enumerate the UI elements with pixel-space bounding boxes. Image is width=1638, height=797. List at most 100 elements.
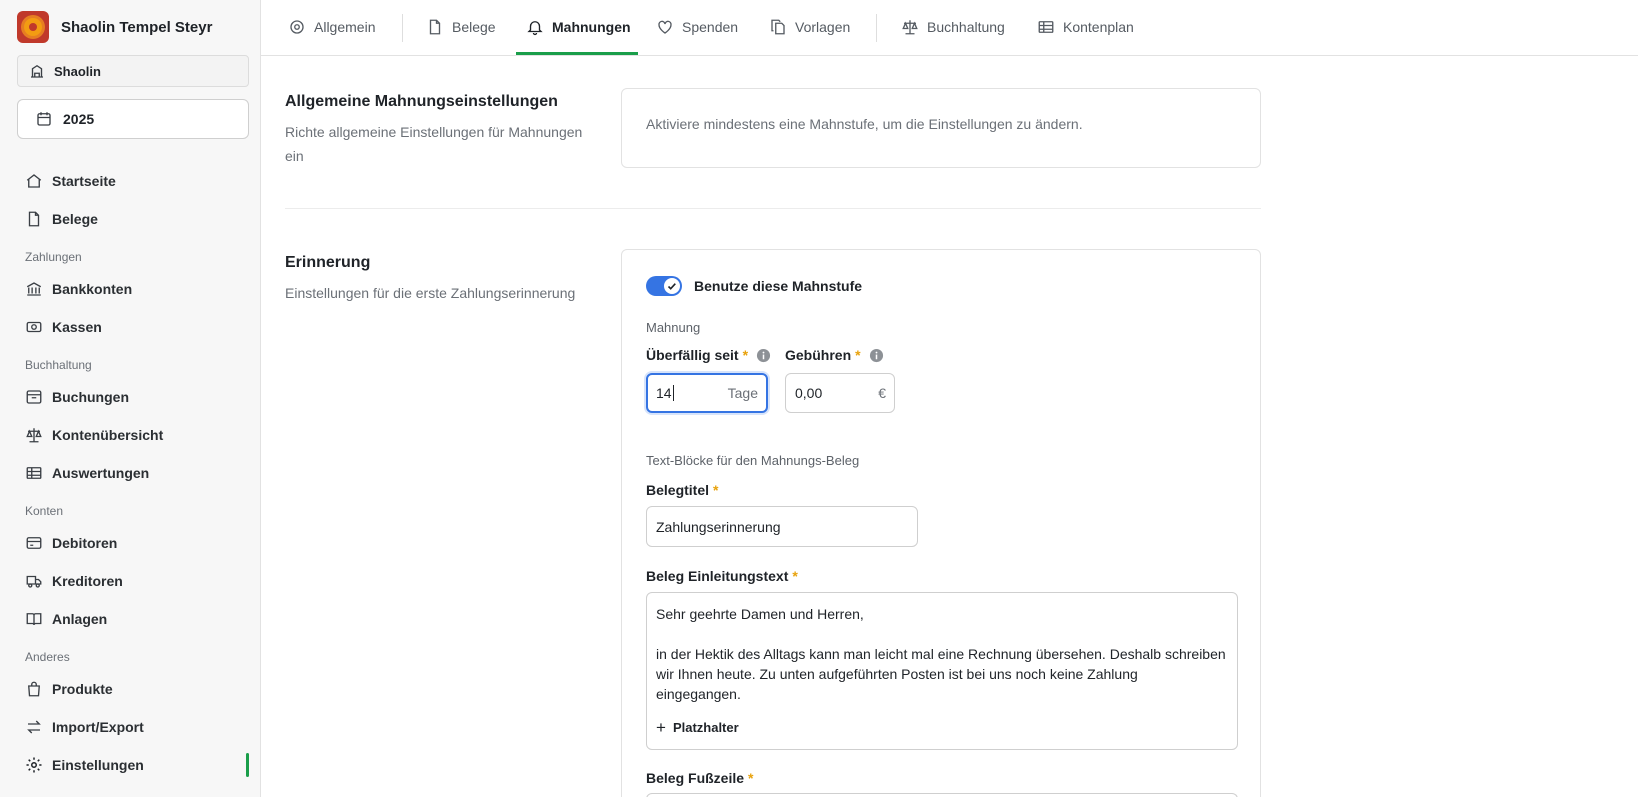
shopping-bag-icon <box>25 680 43 698</box>
sidebar-item-buchungen[interactable]: Buchungen <box>25 383 249 411</box>
overdue-days-input[interactable]: 14 Tage <box>646 373 768 413</box>
sidebar-item-label: Bankkonten <box>52 281 133 297</box>
tab-spenden[interactable]: Spenden <box>656 0 738 54</box>
tab-label: Spenden <box>682 19 739 35</box>
fees-label-text: Gebühren <box>785 347 852 363</box>
tab-label: Allgemein <box>314 19 376 35</box>
overdue-days-value: 14 <box>656 385 672 401</box>
sidebar-item-import-export[interactable]: Import/Export <box>25 713 249 741</box>
footer-label-text: Beleg Fußzeile <box>646 770 745 786</box>
sidebar-item-label: Auswertungen <box>52 465 150 481</box>
footer-editor[interactable] <box>646 793 1238 797</box>
tab-vorlagen[interactable]: Vorlagen <box>769 0 850 54</box>
sidebar-item-kontenuebersicht[interactable]: Kontenübersicht <box>25 421 249 449</box>
sidebar-item-belege[interactable]: Belege <box>25 205 249 233</box>
arrows-exchange-icon <box>25 718 43 736</box>
fiscal-year-label: 2025 <box>63 111 95 127</box>
sidebar-item-startseite[interactable]: Startseite <box>25 167 249 195</box>
overdue-days-unit: Tage <box>727 385 758 401</box>
use-level-label: Benutze diese Mahnstufe <box>694 278 863 294</box>
workspace-label: Shaolin <box>54 63 101 79</box>
required-mark: * <box>742 347 749 363</box>
intro-text-editor[interactable]: Sehr geehrte Damen und Herren, in der He… <box>646 592 1238 750</box>
tab-belege[interactable]: Belege <box>426 0 496 54</box>
required-mark: * <box>713 482 719 498</box>
archive-icon <box>25 388 43 406</box>
reminder-title: Erinnerung <box>285 254 371 271</box>
table-icon <box>25 464 43 482</box>
general-settings-card: Aktiviere mindestens eine Mahnstufe, um … <box>621 88 1261 168</box>
sidebar-item-anlagen[interactable]: Anlagen <box>25 605 249 633</box>
required-mark: * <box>855 347 861 363</box>
sidebar-item-label: Kreditoren <box>52 573 123 589</box>
text-caret <box>672 385 674 401</box>
doc-title-label: Belegtitel * <box>646 482 718 498</box>
sidebar-group-konten: Konten <box>25 504 64 518</box>
settings-tabbar: Allgemein Belege Mahnungen Spenden Vorla… <box>261 0 1638 56</box>
scale-icon <box>25 426 43 444</box>
intro-text-label-text: Beleg Einleitungstext <box>646 568 789 584</box>
bell-icon <box>526 18 544 36</box>
organization-logo <box>17 11 49 43</box>
sidebar-item-label: Buchungen <box>52 389 129 405</box>
check-icon <box>667 283 676 290</box>
doc-title-input[interactable]: Zahlungserinnerung <box>646 506 918 547</box>
sidebar-item-label: Belege <box>52 211 98 227</box>
active-nav-indicator <box>246 753 249 777</box>
textblocks-heading: Text-Blöcke für den Mahnungs-Beleg <box>646 453 860 468</box>
sidebar-item-label: Kassen <box>52 319 102 335</box>
organization-name: Shaolin Tempel Steyr <box>61 18 213 36</box>
sidebar-item-kassen[interactable]: Kassen <box>25 313 249 341</box>
info-icon[interactable] <box>756 348 771 363</box>
sidebar-item-kreditoren[interactable]: Kreditoren <box>25 567 249 595</box>
sidebar-item-label: Debitoren <box>52 535 118 551</box>
sidebar-group-buchhaltung: Buchhaltung <box>25 358 92 372</box>
fees-input[interactable]: 0,00 € <box>785 373 895 413</box>
insert-placeholder-label: Platzhalter <box>672 720 739 735</box>
tab-kontenplan[interactable]: Kontenplan <box>1037 0 1134 54</box>
tab-label: Buchhaltung <box>927 19 1005 35</box>
intro-text-content: Sehr geehrte Damen und Herren, in der He… <box>656 604 1226 704</box>
sidebar-item-auswertungen[interactable]: Auswertungen <box>25 459 249 487</box>
workspace-selector[interactable]: Shaolin <box>17 55 249 87</box>
sidebar-item-bankkonten[interactable]: Bankkonten <box>25 275 249 303</box>
tab-label: Kontenplan <box>1063 19 1134 35</box>
sidebar-item-debitoren[interactable]: Debitoren <box>25 529 249 557</box>
sidebar-item-einstellungen[interactable]: Einstellungen <box>25 751 249 779</box>
gear-icon <box>25 756 43 774</box>
required-mark: * <box>792 568 798 584</box>
insert-placeholder-button[interactable]: + Platzhalter <box>656 717 739 737</box>
info-icon[interactable] <box>869 348 884 363</box>
intro-text-label: Beleg Einleitungstext * <box>646 568 798 584</box>
footer-label: Beleg Fußzeile * <box>646 770 753 786</box>
cash-register-icon <box>25 318 43 336</box>
doc-title-label-text: Belegtitel <box>646 482 710 498</box>
fiscal-year-selector[interactable]: 2025 <box>17 99 249 139</box>
sidebar-item-produkte[interactable]: Produkte <box>25 675 249 703</box>
doc-title-value: Zahlungserinnerung <box>656 518 781 535</box>
sidebar-item-label: Produkte <box>52 681 113 697</box>
credit-card-icon <box>25 534 43 552</box>
required-mark: * <box>748 770 754 786</box>
table-icon <box>1037 18 1055 36</box>
general-settings-message: Aktiviere mindestens eine Mahnstufe, um … <box>646 116 1083 132</box>
tab-separator <box>402 14 403 42</box>
tab-buchhaltung[interactable]: Buchhaltung <box>901 0 1005 54</box>
fees-label: Gebühren * <box>785 347 884 363</box>
tab-allgemein[interactable]: Allgemein <box>288 0 375 54</box>
truck-icon <box>25 572 43 590</box>
sidebar: Shaolin Tempel Steyr Shaolin 2025 Starts… <box>0 0 261 797</box>
active-tab-indicator <box>516 52 638 55</box>
sidebar-item-label: Import/Export <box>52 719 144 735</box>
sidebar-item-label: Einstellungen <box>52 757 144 773</box>
plus-icon: + <box>656 717 666 737</box>
tab-separator <box>876 14 877 42</box>
fees-value: 0,00 <box>795 385 823 401</box>
tab-mahnungen[interactable]: Mahnungen <box>526 0 631 54</box>
home-icon <box>25 172 43 190</box>
sidebar-group-anderes: Anderes <box>25 650 70 664</box>
intro-text-paragraph: in der Hektik des Alltags kann man leich… <box>656 646 1226 702</box>
toggle-knob <box>664 278 680 294</box>
use-level-toggle[interactable] <box>646 276 682 296</box>
organization-switcher[interactable]: Shaolin Tempel Steyr <box>17 11 212 43</box>
